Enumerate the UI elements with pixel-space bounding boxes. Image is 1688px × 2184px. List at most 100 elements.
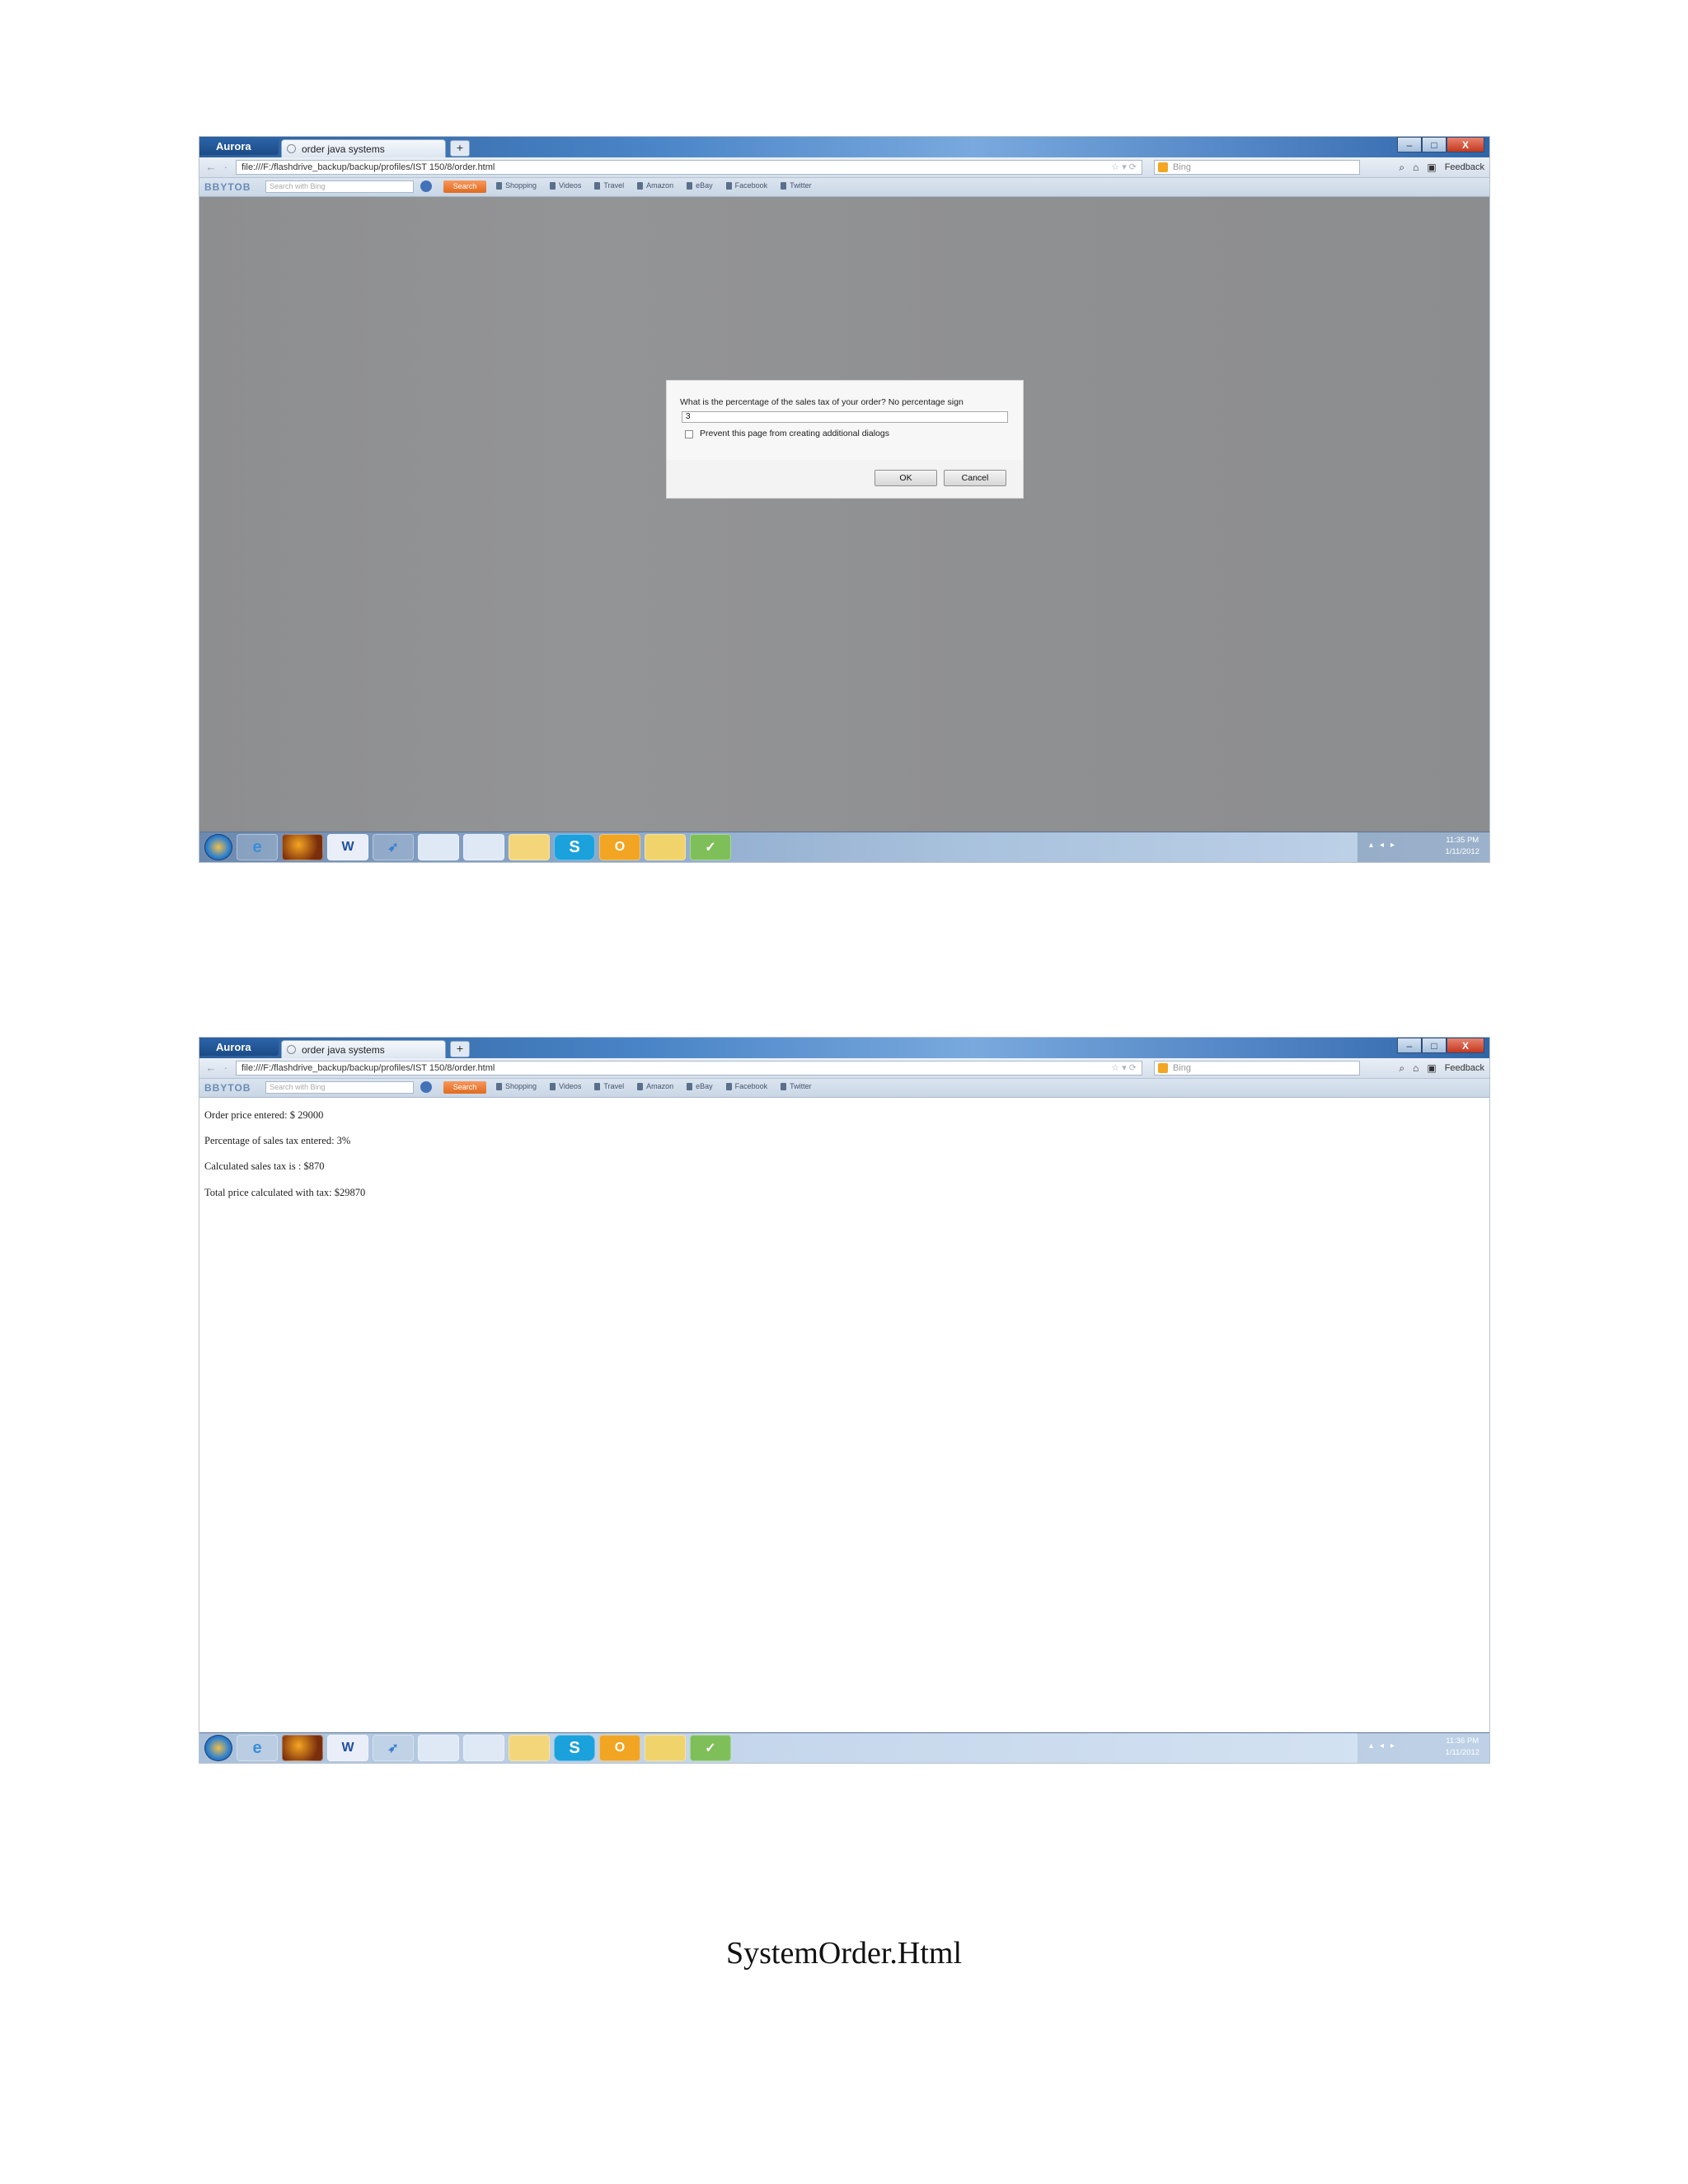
new-tab-button[interactable]: + (450, 140, 470, 157)
search-icon[interactable]: ⌕ (1399, 1062, 1404, 1075)
mail-icon[interactable] (645, 1735, 686, 1761)
calculated-tax-line: Calculated sales tax is : $870 (204, 1160, 325, 1172)
page-content-dimmed: What is the percentage of the sales tax … (199, 197, 1489, 832)
toolbar-link-travel[interactable]: Travel (594, 1082, 624, 1090)
new-tab-button[interactable]: + (450, 1041, 470, 1057)
browser-tab[interactable]: order java systems (281, 1040, 446, 1058)
minimize-button[interactable]: – (1397, 137, 1422, 152)
maximize-button[interactable]: □ (1422, 137, 1447, 152)
clock[interactable]: 11:35 PM 1/11/2012 (1445, 835, 1479, 858)
spreadsheet-icon[interactable]: ✓ (690, 1735, 731, 1761)
document-icon[interactable] (418, 834, 459, 860)
internet-explorer-icon[interactable]: e (237, 834, 278, 860)
app-menu-button[interactable]: Aurora (199, 1039, 279, 1056)
facebook-icon (725, 1082, 732, 1090)
outlook-icon[interactable]: O (599, 1735, 640, 1761)
start-button-icon[interactable] (204, 1735, 232, 1761)
toolbar-search-input[interactable]: Search with Bing (265, 180, 414, 193)
spreadsheet-icon[interactable]: ✓ (690, 834, 731, 860)
word-icon[interactable]: W (327, 834, 368, 860)
page-icon (287, 1045, 296, 1054)
browser-tab[interactable]: order java systems (281, 139, 446, 157)
skype-icon[interactable]: S (554, 834, 595, 860)
toolbar-link-twitter[interactable]: Twitter (781, 181, 812, 190)
globe-icon[interactable] (420, 180, 432, 192)
back-arrow-icon[interactable]: ← (203, 1061, 219, 1076)
globe-icon[interactable] (420, 1081, 432, 1093)
feedback-button[interactable]: Feedback (1445, 162, 1484, 172)
toolbar-search-input[interactable]: Search with Bing (265, 1081, 414, 1094)
skype-icon[interactable]: S (554, 1735, 595, 1761)
toolbar-link-shopping[interactable]: Shopping (496, 181, 537, 190)
taskbar-icons: e W ➶ S O ✓ (204, 834, 731, 860)
clock-time: 11:36 PM (1446, 1736, 1479, 1746)
toolbar-link-ebay[interactable]: eBay (687, 1082, 713, 1090)
taskbar: e W ➶ S O ✓ ▴◂▸ 11:36 PM 1/11/2012 (199, 1732, 1489, 1763)
toolbar-search-button[interactable]: Search (443, 180, 486, 193)
clock-date: 1/11/2012 (1445, 847, 1479, 856)
start-button-icon[interactable] (204, 834, 232, 860)
forward-arrow-icon[interactable]: · (218, 160, 234, 175)
internet-explorer-icon[interactable]: e (237, 1735, 278, 1761)
outlook-icon[interactable]: O (599, 834, 640, 860)
firefox-icon[interactable] (282, 1735, 323, 1761)
close-button[interactable]: X (1447, 1038, 1484, 1053)
ebay-icon (687, 1082, 693, 1090)
clock[interactable]: 11:36 PM 1/11/2012 (1445, 1736, 1479, 1759)
tray-icons[interactable]: ▴◂▸ (1369, 1741, 1401, 1750)
maximize-button[interactable]: □ (1422, 1038, 1447, 1053)
cancel-button[interactable]: Cancel (944, 470, 1006, 486)
app-menu-button[interactable]: Aurora (199, 138, 279, 155)
toolbar-link-facebook[interactable]: Facebook (725, 1082, 767, 1090)
dialog-input-field[interactable]: 3 (682, 411, 1008, 423)
addon-toolbar: BBYTOB Search with Bing Search Shopping … (199, 178, 1489, 197)
toolbar-link-videos[interactable]: Videos (550, 1082, 581, 1090)
bookmark-icon[interactable]: ▣ (1427, 1062, 1436, 1074)
window-icon[interactable] (463, 1735, 504, 1761)
search-icon[interactable]: ⌕ (1399, 162, 1404, 174)
bookmark-star-icon[interactable]: ☆ ▾ ⟳ (1111, 1062, 1137, 1075)
window-icon[interactable] (463, 834, 504, 860)
folder-icon[interactable] (509, 834, 550, 860)
minimize-button[interactable]: – (1397, 1038, 1422, 1053)
ok-button[interactable]: OK (874, 470, 937, 486)
feedback-button[interactable]: Feedback (1445, 1063, 1484, 1073)
order-price-line: Order price entered: $ 29000 (204, 1109, 324, 1121)
url-bar[interactable]: file:///F:/flashdrive_backup/backup/prof… (236, 1061, 1142, 1076)
navigation-bar: ← · file:///F:/flashdrive_backup/backup/… (199, 157, 1489, 178)
tab-title: order java systems (302, 1044, 385, 1056)
search-box[interactable]: Bing (1154, 1061, 1360, 1076)
toolbar-link-amazon[interactable]: Amazon (637, 1082, 673, 1090)
url-bar[interactable]: file:///F:/flashdrive_backup/backup/prof… (236, 160, 1142, 175)
word-icon[interactable]: W (327, 1735, 368, 1761)
toolbar-link-videos[interactable]: Videos (550, 181, 581, 190)
close-button[interactable]: X (1447, 137, 1484, 152)
toolbar-link-twitter[interactable]: Twitter (781, 1082, 812, 1090)
toolbar-link-ebay[interactable]: eBay (687, 181, 713, 190)
navigation-bar: ← · file:///F:/flashdrive_backup/backup/… (199, 1058, 1489, 1079)
firefox-icon[interactable] (282, 834, 323, 860)
search-box[interactable]: Bing (1154, 160, 1360, 175)
toolbar-link-travel[interactable]: Travel (594, 181, 624, 190)
tray-icons[interactable]: ▴◂▸ (1369, 841, 1401, 850)
amazon-icon (637, 1082, 644, 1090)
mail-icon[interactable] (645, 834, 686, 860)
bookmark-icon[interactable]: ▣ (1427, 162, 1436, 173)
prompt-dialog: What is the percentage of the sales tax … (666, 380, 1024, 499)
home-icon[interactable]: ⌂ (1413, 1062, 1418, 1074)
toolbar-search-button[interactable]: Search (443, 1081, 486, 1094)
toolbar-link-facebook[interactable]: Facebook (725, 181, 767, 190)
home-icon[interactable]: ⌂ (1413, 162, 1418, 173)
forward-arrow-icon[interactable]: · (218, 1061, 234, 1076)
prevent-dialogs-checkbox[interactable] (685, 430, 693, 438)
pin-icon[interactable]: ➶ (373, 1735, 414, 1761)
back-arrow-icon[interactable]: ← (203, 160, 219, 175)
toolbar-link-amazon[interactable]: Amazon (637, 181, 673, 190)
tab-title: order java systems (302, 143, 385, 155)
search-engine-label: Bing (1173, 162, 1192, 172)
toolbar-link-shopping[interactable]: Shopping (496, 1082, 537, 1090)
bookmark-star-icon[interactable]: ☆ ▾ ⟳ (1111, 161, 1137, 174)
pin-icon[interactable]: ➶ (373, 834, 414, 860)
document-icon[interactable] (418, 1735, 459, 1761)
folder-icon[interactable] (509, 1735, 550, 1761)
